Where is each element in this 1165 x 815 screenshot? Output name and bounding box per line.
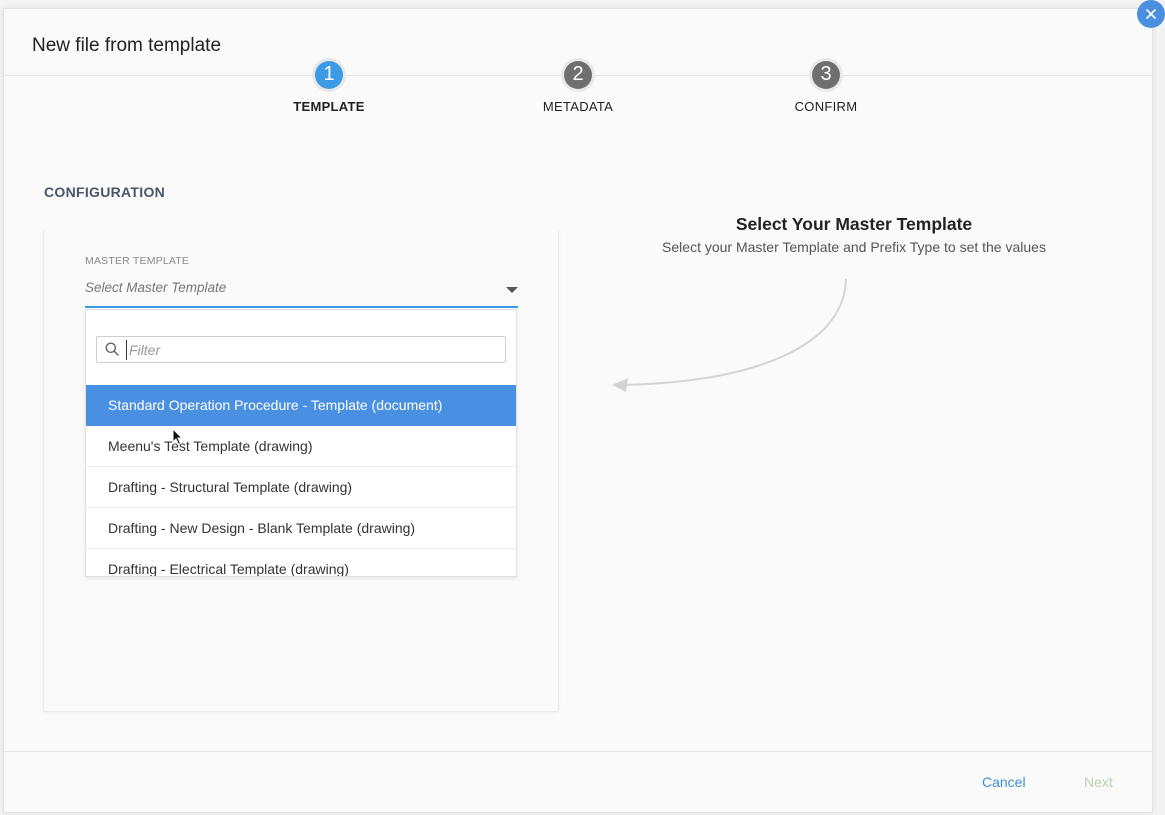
close-icon (1145, 8, 1157, 20)
filter-box[interactable] (96, 336, 506, 363)
close-button[interactable] (1137, 0, 1165, 28)
template-option[interactable]: Drafting - Structural Template (drawing) (86, 467, 516, 508)
hint-subtitle: Select your Master Template and Prefix T… (662, 239, 1046, 255)
mouse-cursor-icon (172, 428, 184, 446)
cancel-button[interactable]: Cancel (982, 774, 1026, 790)
modal-title: New file from template (32, 35, 222, 56)
new-file-modal: New file from template 1 TEMPLATE 2 META… (3, 8, 1154, 813)
next-button[interactable]: Next (1084, 774, 1113, 790)
filter-input[interactable] (126, 340, 496, 360)
step-metadata[interactable]: 2 METADATA (508, 61, 648, 114)
step-label: TEMPLATE (293, 99, 365, 114)
step-label: METADATA (542, 99, 614, 114)
step-label: CONFIRM (794, 99, 858, 114)
template-dropdown: Standard Operation Procedure - Template … (85, 309, 517, 577)
master-template-label: MASTER TEMPLATE (85, 255, 190, 267)
step-template[interactable]: 1 TEMPLATE (259, 61, 399, 114)
template-option[interactable]: Meenu's Test Template (drawing) (86, 426, 516, 467)
master-template-select[interactable]: Select Master Template (85, 277, 518, 308)
curved-arrow-icon (612, 278, 847, 392)
template-option[interactable]: Drafting - New Design - Blank Template (… (86, 508, 516, 549)
step-confirm[interactable]: 3 CONFIRM (756, 61, 896, 114)
configuration-heading: CONFIGURATION (44, 184, 166, 200)
template-option[interactable]: Drafting - Electrical Template (drawing) (86, 549, 516, 576)
template-option[interactable]: Standard Operation Procedure - Template … (86, 385, 516, 426)
step-number: 1 (315, 61, 343, 89)
hint-title: Select Your Master Template (735, 214, 973, 234)
footer-divider (4, 751, 1154, 752)
select-placeholder: Select Master Template (85, 280, 227, 295)
chevron-down-icon[interactable] (506, 287, 518, 293)
step-number: 2 (564, 61, 592, 89)
search-icon (105, 342, 119, 356)
step-number: 3 (812, 61, 840, 89)
